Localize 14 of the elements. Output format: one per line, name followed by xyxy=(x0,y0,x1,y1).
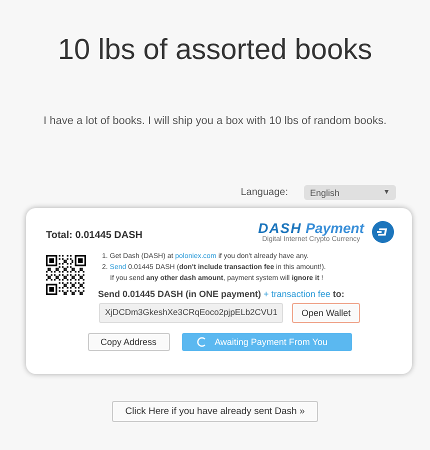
copy-address-button[interactable]: Copy Address xyxy=(88,333,170,351)
logo-title: DASH Payment xyxy=(258,220,364,236)
address-field[interactable]: XjDCDm3GkeshXe3CRqEoco2pjpELb2CVU1 xyxy=(99,303,284,323)
link[interactable]: + transaction fee xyxy=(261,289,330,299)
send-instruction: Send 0.01445 DASH (in ONE payment) + transaction fee to: xyxy=(98,289,346,299)
dash-logo-icon xyxy=(372,220,394,242)
description-text: I have a lot of books. I will ship you a box with 10 lbs of random books. xyxy=(42,115,388,127)
total-amount: Total: 0.01445 DASH xyxy=(46,230,143,241)
page-title: 10 lbs of assorted books xyxy=(56,34,374,67)
spinner-icon xyxy=(196,337,207,347)
qr-code xyxy=(46,255,86,295)
language-label: Language: xyxy=(240,187,288,198)
open-wallet-button[interactable]: Open Wallet xyxy=(292,303,360,323)
already-sent-button[interactable]: Click Here if you have already sent Dash » xyxy=(112,401,318,422)
